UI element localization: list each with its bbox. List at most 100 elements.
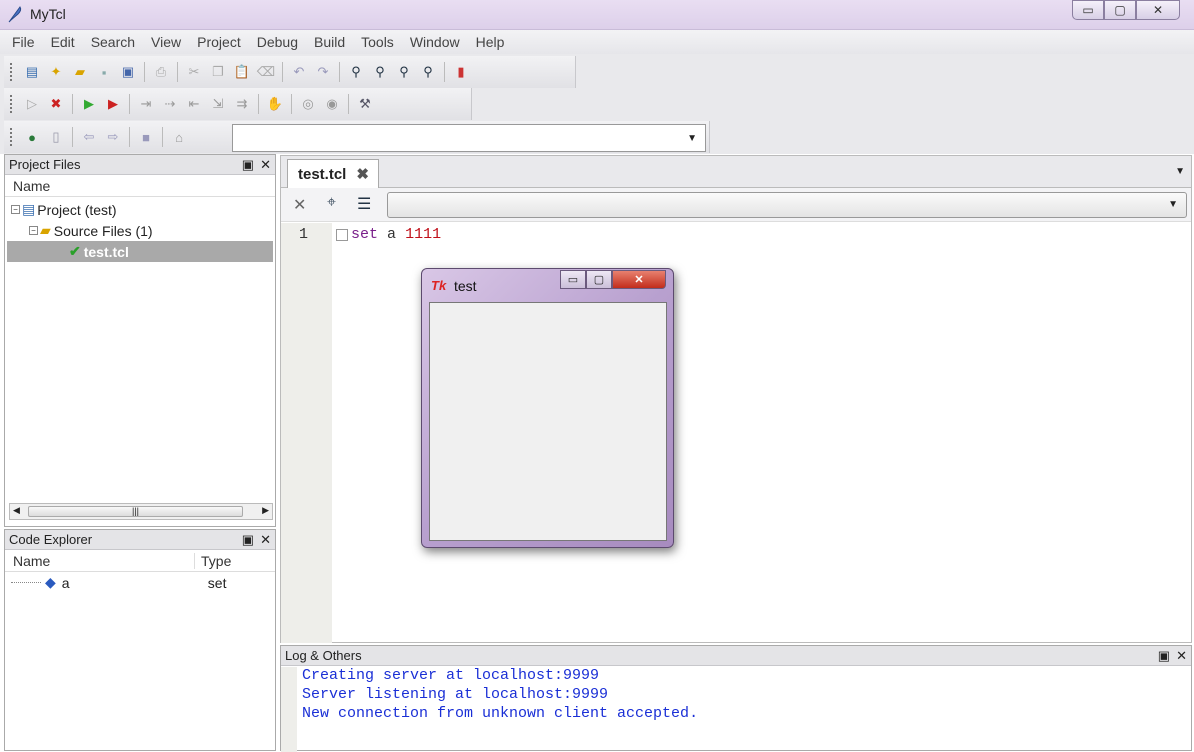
tree-item-source-files[interactable]: − ▰ Source Files (1) [5, 220, 275, 241]
menu-debug[interactable]: Debug [249, 34, 306, 50]
new-project-icon[interactable]: ▤ [21, 61, 43, 83]
menu-help[interactable]: Help [468, 34, 513, 50]
project-icon: ▤ [22, 201, 36, 217]
find-next-icon[interactable]: ⚲ [369, 61, 391, 83]
copy-icon[interactable]: ❐ [207, 61, 229, 83]
title-bar: MyTcl ▭ ▢ ✕ [0, 0, 1194, 30]
item-type: set [207, 574, 227, 591]
step-out-icon[interactable]: ⇤ [183, 93, 205, 115]
stop-icon[interactable]: ■ [135, 126, 157, 148]
run-to-cursor-icon[interactable]: ⇲ [207, 93, 229, 115]
close-file-icon[interactable]: ✕ [293, 195, 306, 215]
bookmark-icon[interactable]: ▮ [450, 61, 472, 83]
tree-item-test-tcl[interactable]: ✔ test.tcl [7, 241, 273, 262]
panel-title: Log & Others [285, 648, 362, 663]
clear-watch-icon[interactable]: ◉ [321, 93, 343, 115]
float-icon[interactable]: ▣ [242, 532, 254, 548]
find-icon[interactable]: ⚲ [345, 61, 367, 83]
tk-window-body[interactable] [429, 302, 667, 541]
tab-list-icon[interactable]: ▼ [1175, 166, 1185, 177]
globe-icon[interactable]: ● [21, 126, 43, 148]
undo-icon[interactable]: ↶ [288, 61, 310, 83]
item-name: a [61, 574, 70, 591]
home-icon[interactable]: ⌂ [168, 126, 190, 148]
open-folder-icon[interactable]: ▰ [69, 61, 91, 83]
float-icon[interactable]: ▣ [242, 157, 254, 173]
paste-icon[interactable]: 📋 [231, 61, 253, 83]
outline-icon[interactable]: ☰ [357, 194, 371, 214]
watch-icon[interactable]: ◎ [297, 93, 319, 115]
collapse-icon[interactable]: − [11, 205, 20, 214]
log-line: Creating server at localhost:9999 [302, 667, 600, 684]
replace-icon[interactable]: ⚲ [393, 61, 415, 83]
code-navigate-icon[interactable]: ⌖ [327, 194, 336, 212]
tree-label: Project (test) [37, 201, 117, 218]
column-header-type[interactable]: Type [195, 553, 231, 569]
back-icon[interactable]: ⇦ [78, 126, 100, 148]
code-keyword: set [351, 226, 379, 243]
tab-test-tcl[interactable]: test.tcl ✖ [287, 159, 379, 188]
project-files-panel: Project Files ▣ ✕ Name − ▤ Project (test)… [4, 154, 276, 527]
step-into-icon[interactable]: ⇥ [135, 93, 157, 115]
redo-icon[interactable]: ↷ [312, 61, 334, 83]
menu-tools[interactable]: Tools [353, 34, 402, 50]
collapse-icon[interactable]: − [29, 226, 38, 235]
page-icon[interactable]: ▯ [45, 126, 67, 148]
editor-area: test.tcl ✖ ▼ ✕ ⌖ ☰ ▼ 1 set a 1111 [280, 155, 1192, 643]
eraser-icon[interactable]: ⌫ [255, 61, 277, 83]
run-stop-icon[interactable]: ▶ [102, 93, 124, 115]
save-icon[interactable]: ▪ [93, 61, 115, 83]
cut-icon[interactable]: ✂ [183, 61, 205, 83]
close-tab-icon[interactable]: ✖ [356, 165, 369, 183]
fold-marker-icon[interactable] [336, 229, 348, 241]
menu-file[interactable]: File [4, 34, 43, 50]
column-header-name[interactable]: Name [5, 175, 275, 197]
tk-close-button[interactable]: ✕ [612, 270, 666, 289]
close-icon[interactable]: ✕ [260, 157, 271, 173]
find-in-files-icon[interactable]: ⚲ [417, 61, 439, 83]
maximize-button[interactable]: ▢ [1104, 0, 1136, 20]
minimize-button[interactable]: ▭ [1072, 0, 1104, 20]
scroll-thumb[interactable]: ||| [28, 506, 243, 517]
horizontal-scrollbar[interactable]: ◀ ||| ▶ [9, 503, 273, 520]
menu-project[interactable]: Project [189, 34, 249, 50]
menu-edit[interactable]: Edit [43, 34, 83, 50]
folder-icon: ▰ [40, 222, 51, 238]
save-all-icon[interactable]: ▣ [117, 61, 139, 83]
chevron-down-icon[interactable]: ▼ [687, 133, 697, 144]
new-file-icon[interactable]: ✦ [45, 61, 67, 83]
url-combobox[interactable]: ▼ [232, 124, 706, 152]
tools-icon[interactable]: ⚒ [354, 93, 376, 115]
run-disabled-icon[interactable]: ▷ [21, 93, 43, 115]
tree-label: Source Files (1) [53, 222, 153, 239]
tk-window-title: test [454, 278, 477, 294]
step-over-icon[interactable]: ⇢ [159, 93, 181, 115]
forward-icon[interactable]: ⇨ [102, 126, 124, 148]
close-icon[interactable]: ✕ [1176, 648, 1187, 664]
close-button[interactable]: ✕ [1136, 0, 1180, 20]
menu-view[interactable]: View [143, 34, 189, 50]
tk-window[interactable]: Tk test ▭ ▢ ✕ [421, 268, 674, 548]
print-icon[interactable]: ⎙ [150, 61, 172, 83]
tk-logo-icon: Tk [431, 278, 447, 293]
log-panel: Log & Others ▣ ✕ Creating server at local… [280, 645, 1192, 752]
tk-maximize-button[interactable]: ▢ [586, 270, 612, 289]
stop-debug-icon[interactable]: ✖ [45, 93, 67, 115]
column-header-name[interactable]: Name [5, 552, 195, 569]
hand-icon[interactable]: ✋ [264, 93, 286, 115]
procedure-dropdown[interactable]: ▼ [387, 192, 1187, 218]
chevron-down-icon[interactable]: ▼ [1168, 199, 1178, 210]
float-icon[interactable]: ▣ [1158, 648, 1170, 664]
menu-window[interactable]: Window [402, 34, 468, 50]
breakpoint-icon[interactable]: ⇉ [231, 93, 253, 115]
main-toolbar: ▤ ✦ ▰ ▪ ▣ ⎙ ✂ ❐ 📋 ⌫ ↶ ↷ ⚲ ⚲ ⚲ ⚲ ▮ [4, 56, 576, 88]
tk-minimize-button[interactable]: ▭ [560, 270, 586, 289]
menu-search[interactable]: Search [83, 34, 143, 50]
close-icon[interactable]: ✕ [260, 532, 271, 548]
menu-build[interactable]: Build [306, 34, 353, 50]
line-number: 1 [299, 226, 309, 243]
tree-item-project[interactable]: − ▤ Project (test) [5, 199, 275, 220]
list-item[interactable]: ◆ a set [5, 572, 275, 593]
run-icon[interactable]: ▶ [78, 93, 100, 115]
variable-icon: ◆ [45, 574, 56, 590]
